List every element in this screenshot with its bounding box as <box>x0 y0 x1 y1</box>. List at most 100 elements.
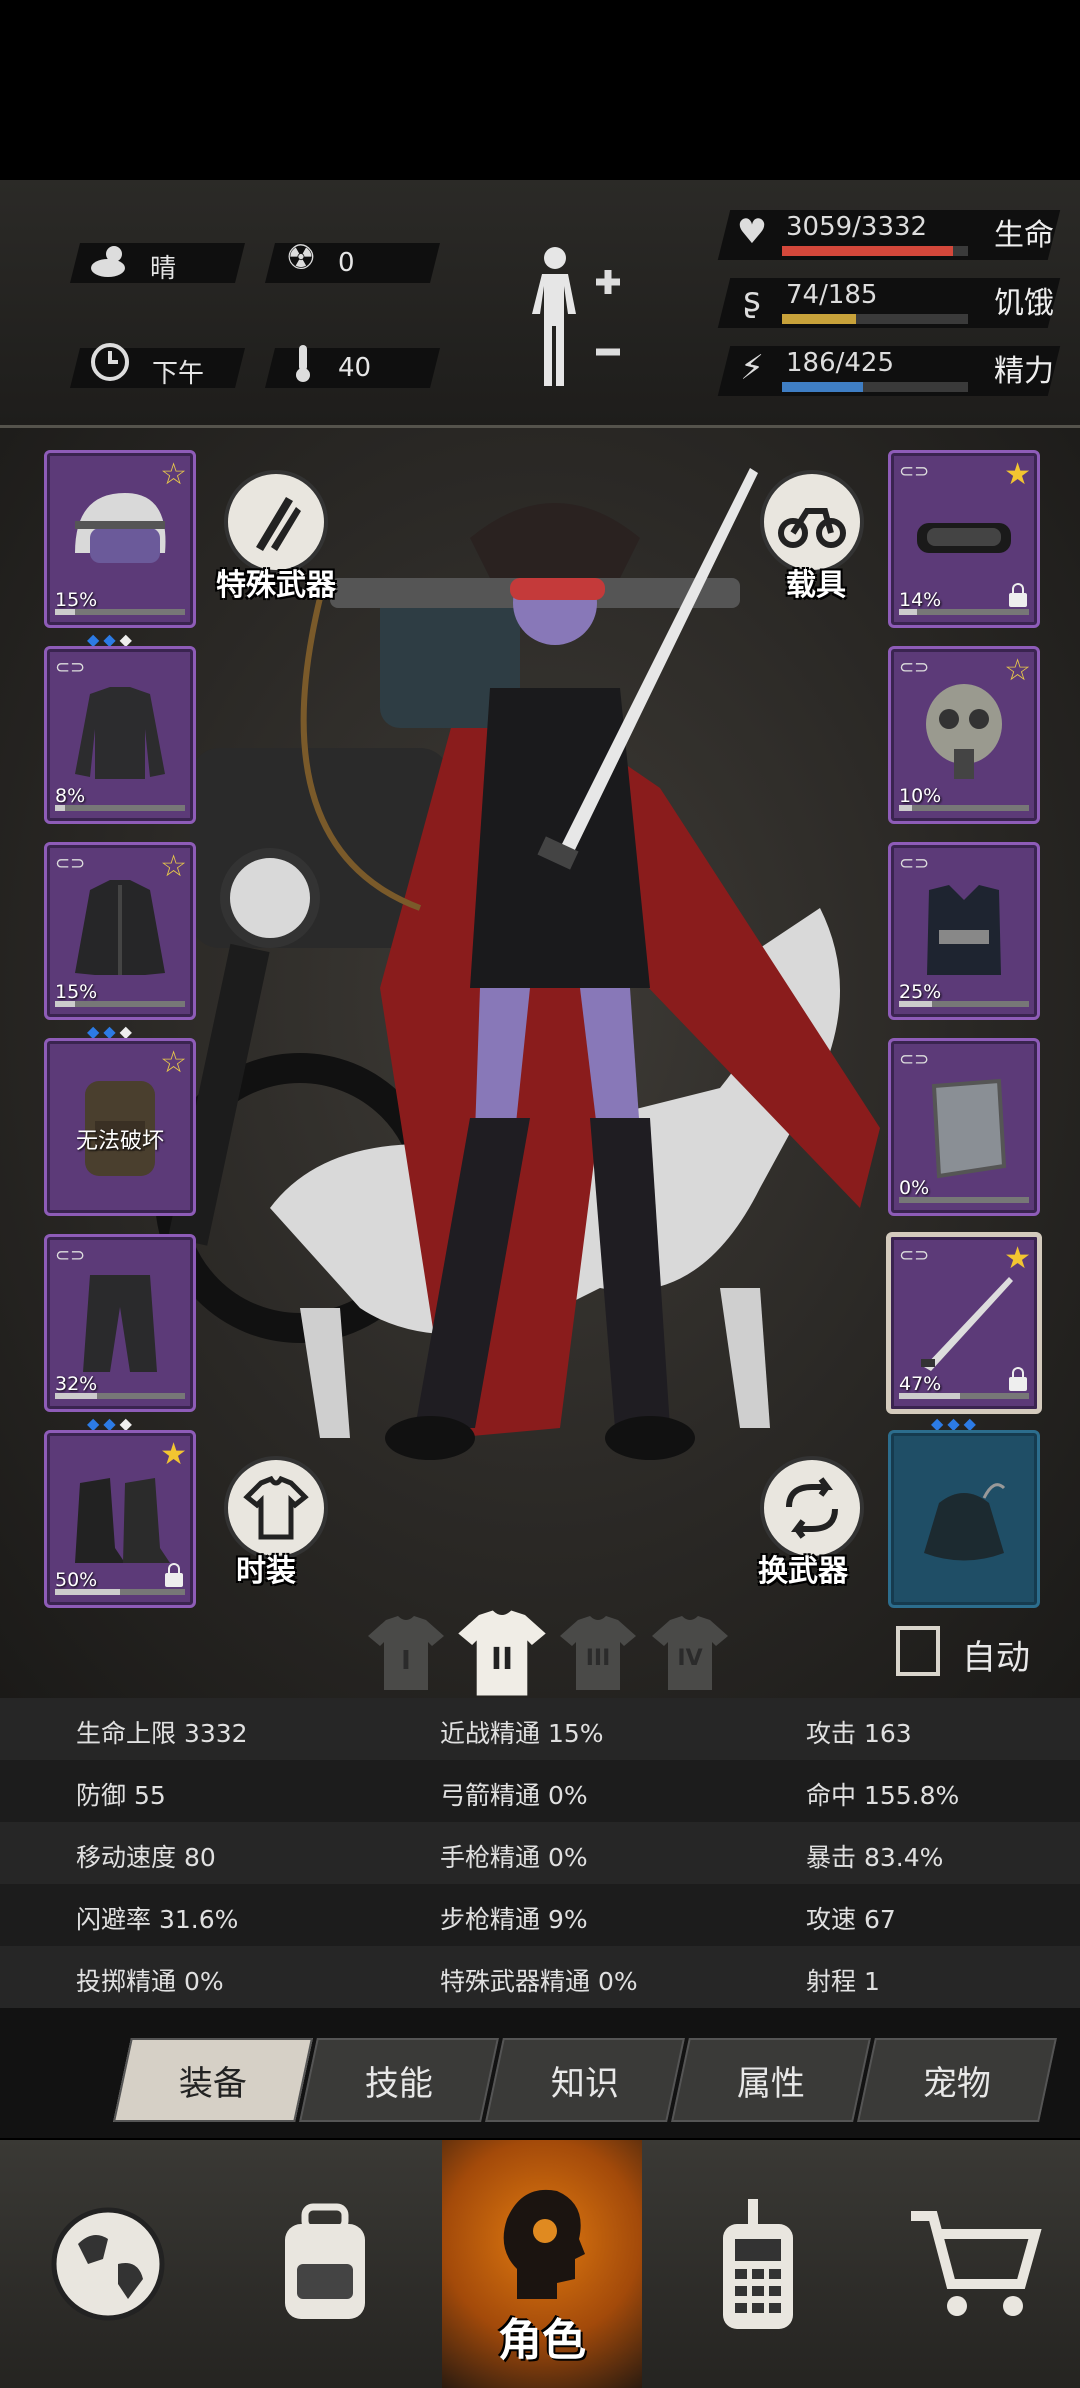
loadout-4-button[interactable]: IV <box>650 1614 730 1692</box>
slot-katana[interactable]: ⊂⊃ ★ 47% ◆◆◆ <box>886 1232 1042 1433</box>
link-icon: ⊂⊃ <box>899 657 930 678</box>
fashion-button[interactable] <box>224 1456 328 1560</box>
pants-icon <box>83 1275 157 1372</box>
slot-pouch[interactable] <box>888 1430 1040 1608</box>
hunger-bar <box>782 314 968 324</box>
bottom-nav: 角色 <box>0 2140 1080 2388</box>
special-weapon-button[interactable] <box>224 470 328 574</box>
auto-checkbox[interactable] <box>896 1626 940 1676</box>
durability-percent: 15% <box>55 589 98 611</box>
stat-special-weapon-mastery: 特殊武器精通 0% <box>440 1967 638 1996</box>
motorcycle-icon <box>778 508 846 548</box>
durability-bar <box>55 1001 185 1007</box>
durability-percent: 32% <box>55 1373 98 1395</box>
nav-backpack-button[interactable] <box>215 2140 435 2388</box>
link-icon: ⊂⊃ <box>899 1049 930 1070</box>
fashion-label: 时装 <box>236 1554 296 1589</box>
police-vest-icon <box>927 885 1001 975</box>
energy-label: 精力 <box>994 354 1054 389</box>
durability-bar <box>55 805 185 811</box>
hunger-text: 74/185 <box>786 280 878 310</box>
tab-pets[interactable]: 宠物 <box>857 2038 1057 2122</box>
lock-icon <box>165 1563 183 1587</box>
link-icon: ⊂⊃ <box>55 657 86 678</box>
radiation-value: 0 <box>338 248 355 278</box>
loadout-label: III <box>585 1646 611 1671</box>
stat-defense: 防御 55 <box>76 1781 166 1810</box>
vehicle-label: 载具 <box>786 568 846 603</box>
durability-percent: 50% <box>55 1569 98 1591</box>
slot-boots[interactable]: ★ 50% <box>44 1430 196 1608</box>
health-text: 3059/3332 <box>786 212 928 242</box>
tab-equipment[interactable]: 装备 <box>113 2038 313 2122</box>
swap-weapon-button[interactable] <box>760 1456 864 1560</box>
durability-bar <box>55 609 185 615</box>
stat-attack-speed: 攻速 67 <box>806 1905 896 1934</box>
tab-knowledge[interactable]: 知识 <box>485 2038 685 2122</box>
health-bar <box>782 246 968 256</box>
tshirt-icon <box>243 1475 309 1540</box>
system-status-bar <box>0 0 1080 180</box>
stats-row: 投掷精通 0% 特殊武器精通 0% 射程 1 <box>0 1946 1080 2008</box>
stomach-icon: ʂ <box>743 280 761 320</box>
energy-text: 186/425 <box>786 348 895 378</box>
rockets-icon <box>256 497 301 551</box>
loadout-label: II <box>490 1642 514 1677</box>
slot-shirt[interactable]: ⊂⊃ 8% <box>44 646 196 824</box>
energy-head-icon: ⚡ <box>740 348 764 388</box>
slot-helmet[interactable]: ☆ 15% ◆◆◆ <box>44 450 196 649</box>
slot-vest[interactable]: ⊂⊃ 25% <box>888 842 1040 1020</box>
durability-bar <box>899 1001 1029 1007</box>
nav-radio-button[interactable] <box>650 2140 865 2388</box>
goggles-icon <box>917 523 1011 553</box>
riot-shield-icon <box>931 1078 1007 1179</box>
stats-row: 移动速度 80 手枪精通 0% 暴击 83.4% <box>0 1822 1080 1884</box>
loadout-2-button[interactable]: II <box>456 1608 548 1698</box>
stat-max-hp: 生命上限 3332 <box>76 1719 248 1748</box>
slot-pants[interactable]: ⊂⊃ 32% ◆◆◆ <box>44 1234 196 1433</box>
durability-bar <box>899 1197 1029 1203</box>
durability-bar <box>899 1393 1029 1399</box>
loadout-3-button[interactable]: III <box>558 1614 638 1692</box>
slot-gas-mask[interactable]: ⊂⊃ ☆ 10% <box>888 646 1040 824</box>
slot-jacket[interactable]: ⊂⊃ ☆ 15% ◆◆◆ <box>44 842 196 1041</box>
stat-throw-mastery: 投掷精通 0% <box>76 1967 224 1996</box>
character-head-icon <box>503 2189 585 2299</box>
stat-pistol-mastery: 手枪精通 0% <box>440 1843 588 1872</box>
tab-bar: 装备 技能 知识 属性 宠物 <box>0 2008 1080 2138</box>
swap-weapon-label: 换武器 <box>758 1554 848 1589</box>
tab-skills[interactable]: 技能 <box>299 2038 499 2122</box>
katana-icon <box>921 1277 1013 1371</box>
body-status-button[interactable] <box>520 240 630 390</box>
loadout-1-button[interactable]: I <box>366 1614 446 1692</box>
durability-bar <box>899 805 1029 811</box>
slot-shield[interactable]: ⊂⊃ 0% <box>888 1038 1040 1216</box>
special-weapon-label: 特殊武器 <box>216 568 336 603</box>
nav-character-button[interactable]: 角色 <box>442 2140 642 2388</box>
nav-shop-button[interactable] <box>865 2140 1080 2388</box>
durability-percent: 25% <box>899 981 942 1003</box>
police-helmet-icon <box>75 493 166 563</box>
gas-mask-icon <box>926 684 1002 779</box>
tab-attributes[interactable]: 属性 <box>671 2038 871 2122</box>
vehicle-button[interactable] <box>760 470 864 574</box>
character-scene: ☆ 15% ◆◆◆ ⊂⊃ 8% ⊂⊃ ☆ 15% ◆◆◆ ☆ 无法破坏 ⊂⊃ 3… <box>0 428 1080 1698</box>
weather-text: 晴 <box>150 254 177 284</box>
auto-label: 自动 <box>962 1638 1030 1678</box>
lock-icon <box>1009 583 1027 607</box>
boots-icon <box>75 1478 170 1563</box>
durability-bar <box>55 1393 185 1399</box>
nav-map-button[interactable] <box>0 2140 215 2388</box>
stat-melee-mastery: 近战精通 15% <box>440 1719 604 1748</box>
durability-bar <box>55 1589 185 1595</box>
radiation-icon: ☢ <box>285 238 317 278</box>
link-icon: ⊂⊃ <box>55 853 86 874</box>
body-silhouette-icon <box>532 247 620 386</box>
slot-goggles[interactable]: ⊂⊃ ★ 14% <box>888 450 1040 628</box>
loadout-label: I <box>401 1646 411 1676</box>
thermometer-icon <box>283 343 323 392</box>
stat-accuracy: 命中 155.8% <box>806 1781 960 1810</box>
slot-backpack[interactable]: ☆ 无法破坏 <box>44 1038 196 1216</box>
stat-archery-mastery: 弓箭精通 0% <box>440 1781 588 1810</box>
stat-attack: 攻击 163 <box>806 1719 912 1748</box>
